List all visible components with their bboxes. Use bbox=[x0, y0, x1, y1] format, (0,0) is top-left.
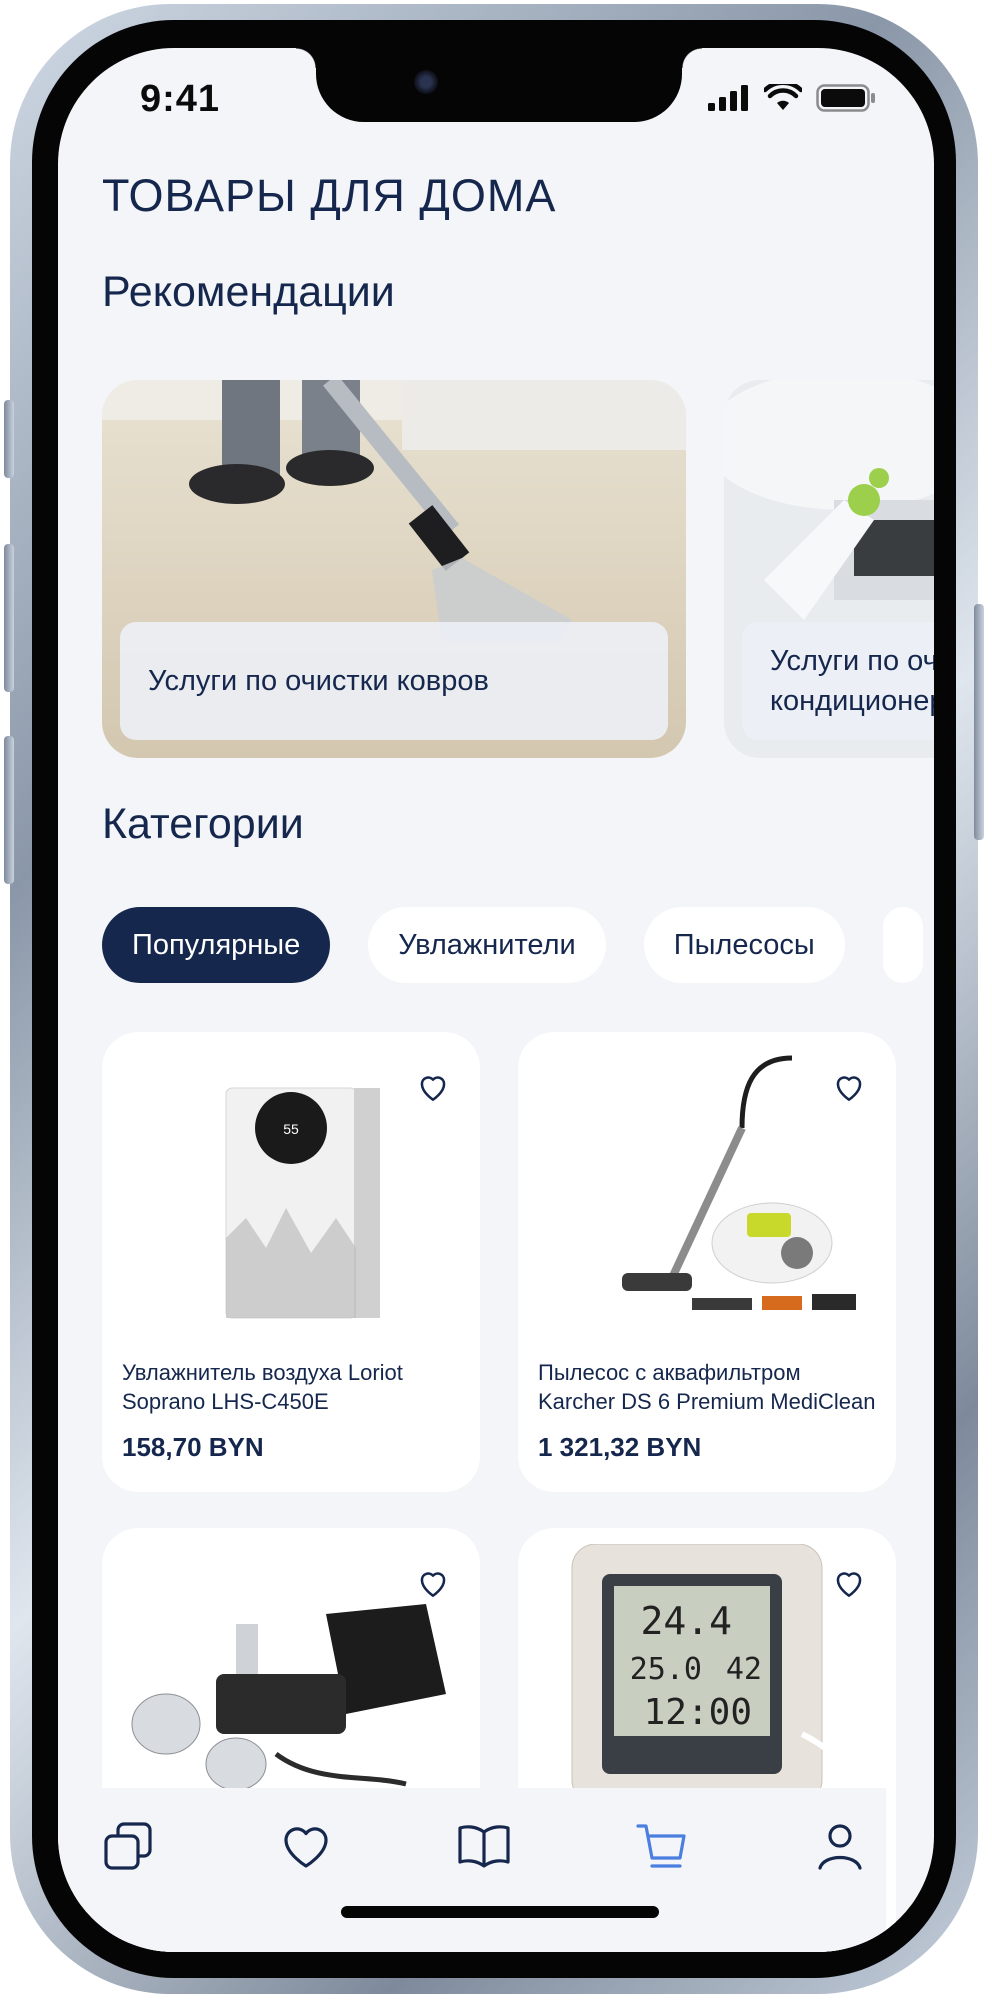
chip-more[interactable] bbox=[882, 907, 923, 983]
camera-icon bbox=[414, 70, 438, 94]
svg-text:25.0: 25.0 bbox=[630, 1652, 702, 1687]
product-card[interactable]: 55 Увлажнитель воздуха Loriot Soprano LH… bbox=[102, 1032, 480, 1492]
svg-text:12:00: 12:00 bbox=[644, 1692, 752, 1733]
user-icon[interactable] bbox=[812, 1818, 868, 1874]
product-price: 158,70 BYN bbox=[122, 1432, 264, 1462]
chip-popular[interactable]: Популярные bbox=[102, 907, 331, 983]
humidifier-image: 55 bbox=[225, 1087, 380, 1319]
svg-text:24.4: 24.4 bbox=[640, 1599, 732, 1643]
product-name: Пылесос с аквафильтром Karcher DS 6 Prem… bbox=[538, 1360, 876, 1414]
reco-card-carpet-cleaning[interactable]: Услуги по очистки ковров bbox=[102, 380, 686, 758]
reco-label: Услуги по очистке кондиционеров bbox=[742, 622, 934, 740]
heart-icon[interactable] bbox=[414, 1564, 452, 1602]
heart-icon[interactable] bbox=[830, 1068, 868, 1106]
status-icons bbox=[708, 84, 876, 112]
cellular-signal-icon bbox=[708, 85, 748, 111]
category-chips: Популярные Увлажнители Пылесосы bbox=[102, 907, 923, 983]
svg-text:55: 55 bbox=[283, 1121, 299, 1137]
thermometer-image: 24.4 25.0 42 12:00 bbox=[571, 1544, 858, 1815]
categories-title: Категории bbox=[102, 800, 304, 848]
recommendations-carousel[interactable]: Услуги по очистки ковров Услуги по очист… bbox=[102, 380, 934, 758]
reco-label: Услуги по очистки ковров bbox=[120, 622, 668, 740]
notch bbox=[296, 48, 702, 122]
status-time: 9:41 bbox=[140, 78, 221, 120]
nebulizer-image bbox=[131, 1604, 446, 1791]
volume-up-button bbox=[4, 544, 14, 692]
mute-switch bbox=[4, 400, 14, 478]
volume-down-button bbox=[4, 736, 14, 884]
battery-icon bbox=[816, 84, 875, 112]
product-price: 1 321,32 BYN bbox=[538, 1432, 702, 1462]
svg-text:42: 42 bbox=[726, 1652, 762, 1687]
wifi-icon bbox=[764, 84, 802, 110]
recommendations-title: Рекомендации bbox=[102, 268, 395, 316]
home-indicator[interactable] bbox=[341, 1906, 659, 1918]
chip-humidifiers[interactable]: Увлажнители bbox=[368, 907, 606, 983]
chip-vacuums[interactable]: Пылесосы bbox=[643, 907, 845, 983]
heart-icon[interactable] bbox=[414, 1068, 452, 1106]
screen: 9:41 ТОВАРЫ ДЛЯ ДОМА Рекомендации Услуги… bbox=[58, 48, 934, 1952]
catalog-icon[interactable] bbox=[100, 1818, 156, 1874]
tab-bar bbox=[58, 1788, 886, 1952]
book-icon[interactable] bbox=[456, 1818, 512, 1874]
reco-card-ac-cleaning[interactable]: Услуги по очистке кондиционеров bbox=[724, 380, 934, 758]
power-button bbox=[974, 604, 984, 840]
cart-icon[interactable] bbox=[634, 1818, 690, 1874]
heart-icon[interactable] bbox=[830, 1564, 868, 1602]
vacuum-image bbox=[622, 1055, 856, 1310]
product-card[interactable]: Пылесос с аквафильтром Karcher DS 6 Prem… bbox=[518, 1032, 896, 1492]
heart-icon[interactable] bbox=[278, 1818, 334, 1874]
product-name: Увлажнитель воздуха Loriot Soprano LHS-C… bbox=[122, 1360, 403, 1414]
page-title: ТОВАРЫ ДЛЯ ДОМА bbox=[102, 170, 557, 221]
